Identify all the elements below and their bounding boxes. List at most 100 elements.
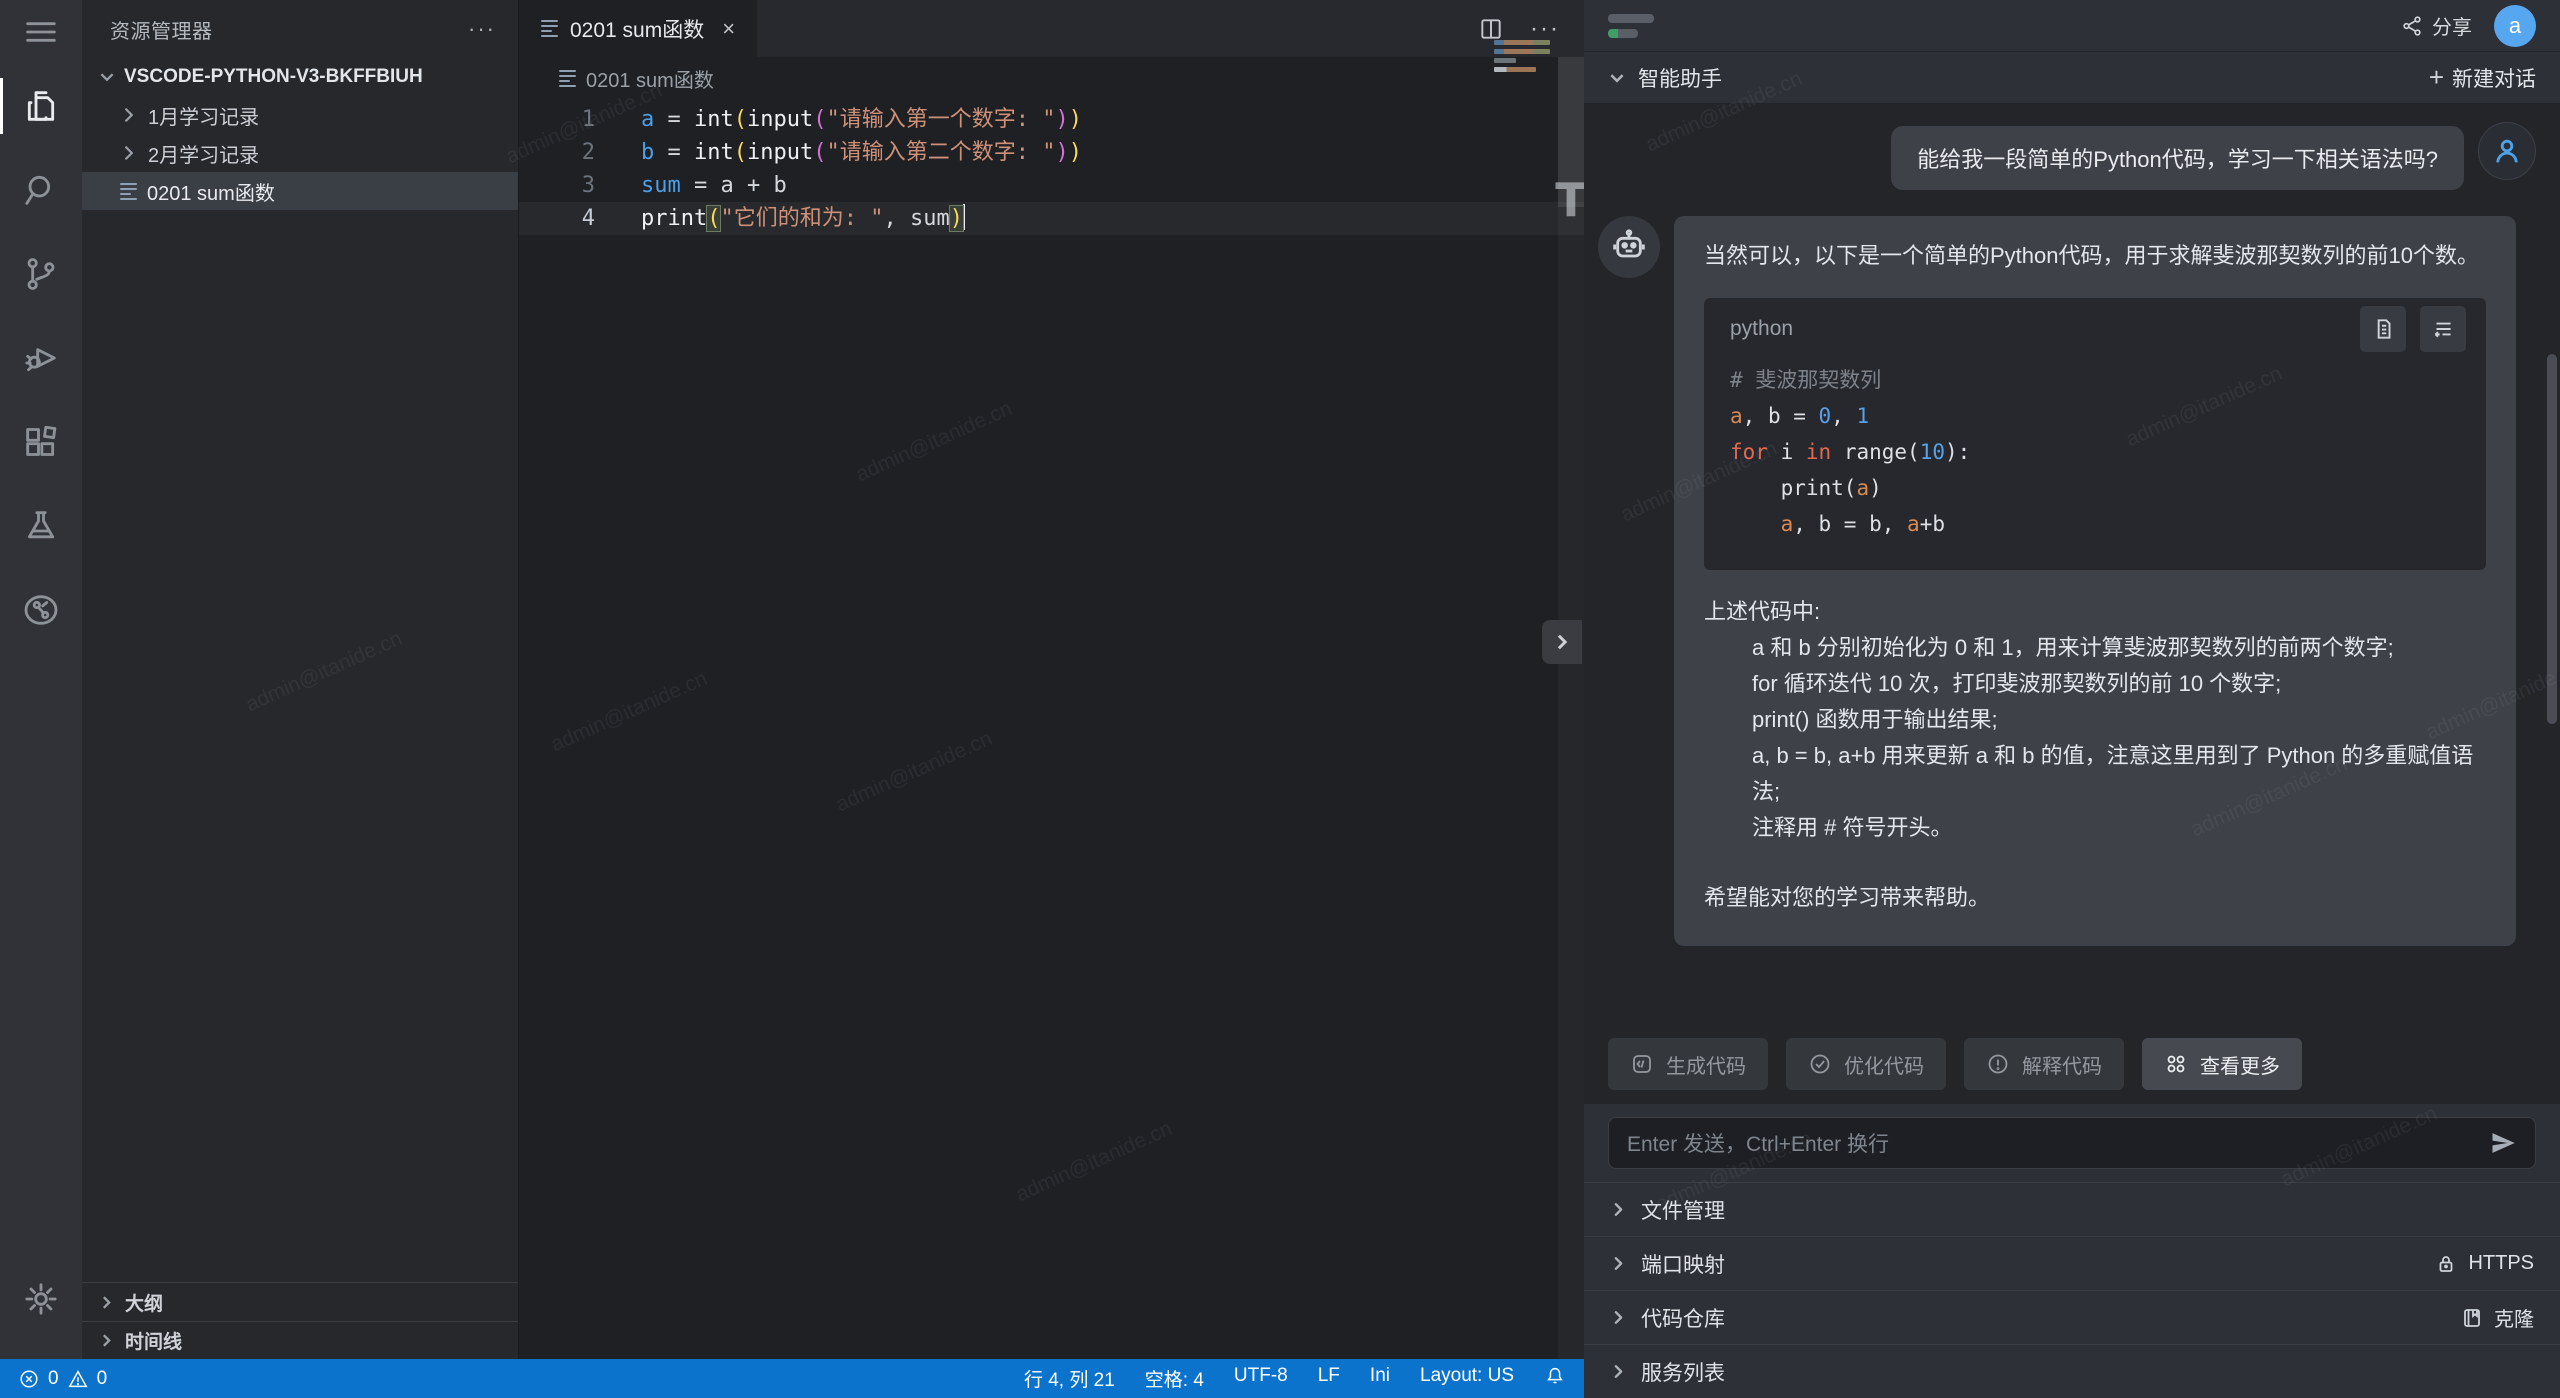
line-number: 2 (519, 136, 595, 169)
section-action[interactable]: HTTPS (2434, 1252, 2534, 1276)
code-block-actions (2360, 306, 2466, 352)
quick-action-check[interactable]: 优化代码 (1786, 1038, 1946, 1090)
quick-action-info[interactable]: 解释代码 (1964, 1038, 2124, 1090)
code-line: 3sum = a + b (519, 169, 1584, 202)
status-item[interactable]: 行 4, 列 21 (1024, 1365, 1115, 1392)
code-block-content[interactable]: # 斐波那契数列a, b = 0, 1for i in range(10): p… (1704, 360, 2486, 560)
notifications-bell-icon[interactable] (1544, 1365, 1566, 1393)
panel-section[interactable]: 文件管理 (1584, 1182, 2560, 1236)
search-icon[interactable] (0, 148, 82, 232)
timeline-section[interactable]: 时间线 (82, 1321, 518, 1359)
send-icon (2489, 1129, 2517, 1157)
tab-close-icon[interactable]: × (722, 16, 735, 42)
person-icon (2490, 134, 2524, 168)
outline-section[interactable]: 大纲 (82, 1283, 518, 1321)
panel-expand-button[interactable] (1542, 620, 1582, 664)
code-text: a = int(input("请输入第一个数字: ")) (595, 103, 1082, 136)
code-token: 0 (1819, 404, 1832, 428)
section-label: 服务列表 (1641, 1357, 1725, 1387)
code-token: "请输入第一个数字: " (826, 107, 1055, 132)
assistant-message-row: 当然可以，以下是一个简单的Python代码，用于求解斐波那契数列的前10个数。 … (1598, 216, 2536, 946)
file-icon (559, 70, 576, 87)
new-chat-button[interactable]: + 新建对话 (2429, 62, 2536, 93)
extensions-icon[interactable] (0, 400, 82, 484)
code-line: 2b = int(input("请输入第二个数字: ")) (519, 136, 1584, 169)
copy-code-button[interactable] (2360, 306, 2406, 352)
status-item[interactable]: LF (1318, 1365, 1340, 1392)
status-item[interactable]: Ini (1370, 1365, 1390, 1392)
code-token: "请输入第二个数字: " (826, 140, 1055, 165)
chat-input-placeholder: Enter 发送，Ctrl+Enter 换行 (1627, 1128, 1889, 1158)
quick-action-grid[interactable]: 查看更多 (2142, 1038, 2302, 1090)
insert-code-button[interactable] (2420, 306, 2466, 352)
code-token: ): (1945, 440, 1970, 464)
editor-scrollbar[interactable]: T (1558, 57, 1584, 1359)
split-editor-icon[interactable] (1478, 16, 1504, 42)
panel-section[interactable]: 代码仓库克隆 (1584, 1290, 2560, 1344)
problems-indicator[interactable]: 0 0 (18, 1368, 107, 1390)
minimap[interactable] (1494, 40, 1550, 72)
source-control-icon[interactable] (0, 232, 82, 316)
editor-tab[interactable]: 0201 sum函数 × (519, 0, 757, 57)
share-label: 分享 (2432, 11, 2472, 40)
code-token: , (1831, 404, 1856, 428)
user-avatar[interactable]: a (2494, 5, 2536, 47)
code-icon (1630, 1052, 1654, 1076)
folder-item[interactable]: 1月学习记录 (82, 96, 518, 134)
section-action[interactable]: 克隆 (2460, 1303, 2534, 1332)
file-tree: VSCODE-PYTHON-V3-BKFFBIUH 1月学习记录2月学习记录02… (82, 58, 518, 1282)
run-debug-icon[interactable] (0, 316, 82, 400)
menu-icon[interactable] (0, 0, 82, 64)
chat-code-line: a, b = b, a+b (1730, 506, 2460, 542)
panel-section[interactable]: 服务列表 (1584, 1344, 2560, 1398)
settings-gear-icon[interactable] (0, 1257, 82, 1341)
testing-icon[interactable] (0, 484, 82, 568)
breadcrumb-label: 0201 sum函数 (586, 64, 714, 93)
robot-icon (1609, 227, 1649, 267)
explanation-item: 注释用 # 符号开头。 (1704, 810, 2486, 846)
code-token: a + b (721, 173, 787, 198)
chevron-down-icon[interactable] (1608, 69, 1626, 87)
panel-section[interactable]: 端口映射HTTPS (1584, 1236, 2560, 1290)
share-icon (2400, 14, 2424, 38)
panel-menu-icon[interactable] (1608, 14, 1654, 38)
references-icon[interactable] (0, 568, 82, 652)
chat-code-line: print(a) (1730, 470, 2460, 506)
chevron-right-icon (98, 1294, 115, 1311)
quick-action-code[interactable]: 生成代码 (1608, 1038, 1768, 1090)
chat-scrollbar-thumb[interactable] (2547, 354, 2557, 724)
explorer-icon[interactable] (0, 64, 82, 148)
line-number: 3 (519, 169, 595, 202)
panel-top-right: 分享 a (2400, 5, 2536, 47)
code-language-label: python (1730, 311, 1793, 347)
explorer-sidebar: 资源管理器 ··· VSCODE-PYTHON-V3-BKFFBIUH 1月学习… (82, 0, 519, 1359)
share-button[interactable]: 分享 (2400, 11, 2472, 40)
workspace-root-label: VSCODE-PYTHON-V3-BKFFBIUH (124, 66, 423, 88)
status-item[interactable]: UTF-8 (1234, 1365, 1288, 1392)
file-item[interactable]: 0201 sum函数 (82, 172, 518, 210)
explorer-more-icon[interactable]: ··· (468, 16, 496, 42)
explanation-item: a 和 b 分别初始化为 0 和 1，用来计算斐波那契数列的前两个数字; (1704, 630, 2486, 666)
code-editor[interactable]: 1a = int(input("请输入第一个数字: "))2b = int(in… (519, 99, 1584, 1359)
code-token: ) (950, 206, 963, 231)
workspace-root[interactable]: VSCODE-PYTHON-V3-BKFFBIUH (82, 58, 518, 96)
chat-input[interactable]: Enter 发送，Ctrl+Enter 换行 (1608, 1117, 2536, 1169)
status-item[interactable]: Layout: US (1420, 1365, 1514, 1392)
breadcrumb[interactable]: 0201 sum函数 (519, 57, 1584, 99)
code-token: ( (813, 107, 826, 132)
explanation-item: for 循环迭代 10 次，打印斐波那契数列的前 10 个数字; (1704, 666, 2486, 702)
code-token: for (1730, 440, 1768, 464)
exclamation-circle-icon (1986, 1052, 2010, 1076)
status-item[interactable]: 空格: 4 (1145, 1365, 1204, 1392)
assistant-avatar (1598, 216, 1660, 278)
activity-bar (0, 0, 82, 1359)
chevron-right-icon (120, 144, 138, 162)
code-token: , b = b, (1793, 512, 1907, 536)
send-button[interactable] (2489, 1129, 2517, 1157)
editor-more-icon[interactable]: ··· (1530, 15, 1560, 43)
line-number: 1 (519, 103, 595, 136)
chat-code-line: a, b = 0, 1 (1730, 398, 2460, 434)
explanation-list: a 和 b 分别初始化为 0 和 1，用来计算斐波那契数列的前两个数字;for … (1704, 630, 2486, 846)
line-number: 4 (519, 202, 595, 235)
folder-item[interactable]: 2月学习记录 (82, 134, 518, 172)
